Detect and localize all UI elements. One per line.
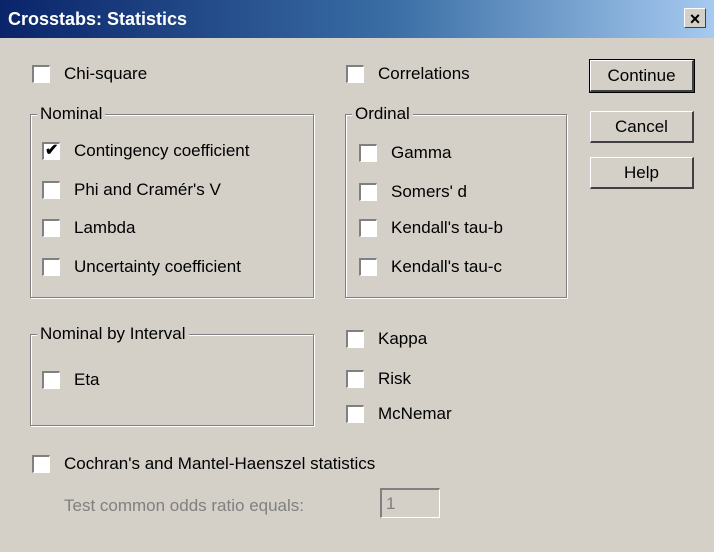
checkbox-box[interactable] — [346, 405, 364, 423]
checkbox-box[interactable] — [32, 65, 50, 83]
eta-label: Eta — [74, 370, 100, 389]
kendalls-tau-b-checkbox[interactable]: Kendall's tau-b — [359, 218, 503, 238]
uncertainty-coefficient-checkbox[interactable]: Uncertainty coefficient — [42, 257, 241, 277]
gamma-label: Gamma — [391, 143, 452, 162]
kappa-checkbox[interactable]: Kappa — [346, 329, 427, 349]
odds-ratio-label: Test common odds ratio equals: — [64, 496, 305, 515]
help-button[interactable]: Help — [590, 157, 694, 189]
eta-checkbox[interactable]: Eta — [42, 370, 100, 390]
nominal-group-title: Nominal — [37, 104, 106, 124]
kendalls-tau-c-checkbox[interactable]: Kendall's tau-c — [359, 257, 502, 277]
gamma-checkbox[interactable]: Gamma — [359, 143, 451, 163]
mcnemar-label: McNemar — [378, 404, 452, 423]
checkbox-box[interactable] — [42, 258, 60, 276]
title-bar: Crosstabs: Statistics × — [0, 0, 714, 38]
phi-cramers-v-checkbox[interactable]: Phi and Cramér's V — [42, 180, 221, 200]
cancel-button[interactable]: Cancel — [590, 111, 694, 143]
contingency-coefficient-label: Contingency coefficient — [74, 141, 250, 160]
checkbox-box[interactable] — [359, 183, 377, 201]
kendalls-tau-b-label: Kendall's tau-b — [391, 218, 503, 237]
checkbox-box[interactable] — [346, 65, 364, 83]
ordinal-group-title: Ordinal — [352, 104, 413, 124]
cochran-mantel-haenszel-label: Cochran's and Mantel-Haenszel statistics — [64, 454, 376, 473]
mcnemar-checkbox[interactable]: McNemar — [346, 404, 452, 424]
checkbox-box[interactable] — [42, 371, 60, 389]
kappa-label: Kappa — [378, 329, 428, 348]
nominal-by-interval-group-title: Nominal by Interval — [37, 324, 189, 344]
risk-label: Risk — [378, 369, 412, 388]
checkbox-box[interactable] — [359, 144, 377, 162]
checkbox-box[interactable] — [346, 330, 364, 348]
somers-d-checkbox[interactable]: Somers' d — [359, 182, 467, 202]
checkbox-box[interactable] — [346, 370, 364, 388]
correlations-checkbox[interactable]: Correlations — [346, 64, 470, 84]
checkbox-box[interactable] — [32, 455, 50, 473]
chi-square-checkbox[interactable]: Chi-square — [32, 64, 147, 84]
checkbox-box[interactable] — [359, 258, 377, 276]
risk-checkbox[interactable]: Risk — [346, 369, 411, 389]
uncertainty-coefficient-label: Uncertainty coefficient — [74, 257, 241, 276]
checkbox-box[interactable]: ✔ — [42, 142, 60, 160]
somers-d-label: Somers' d — [391, 182, 467, 201]
checkbox-box[interactable] — [42, 219, 60, 237]
checkbox-box[interactable] — [42, 181, 60, 199]
chi-square-label: Chi-square — [64, 64, 148, 83]
phi-cramers-v-label: Phi and Cramér's V — [74, 180, 221, 199]
window-title: Crosstabs: Statistics — [8, 9, 188, 29]
continue-button[interactable]: Continue — [589, 59, 695, 93]
correlations-label: Correlations — [378, 64, 470, 83]
lambda-label: Lambda — [74, 218, 136, 237]
kendalls-tau-c-label: Kendall's tau-c — [391, 257, 502, 276]
lambda-checkbox[interactable]: Lambda — [42, 218, 135, 238]
odds-ratio-input: 1 — [380, 488, 440, 518]
check-icon: ✔ — [45, 142, 59, 159]
close-button[interactable]: × — [684, 8, 706, 29]
cochran-mantel-haenszel-checkbox[interactable]: Cochran's and Mantel-Haenszel statistics — [32, 454, 375, 474]
contingency-coefficient-checkbox[interactable]: ✔ Contingency coefficient — [42, 141, 249, 161]
checkbox-box[interactable] — [359, 219, 377, 237]
